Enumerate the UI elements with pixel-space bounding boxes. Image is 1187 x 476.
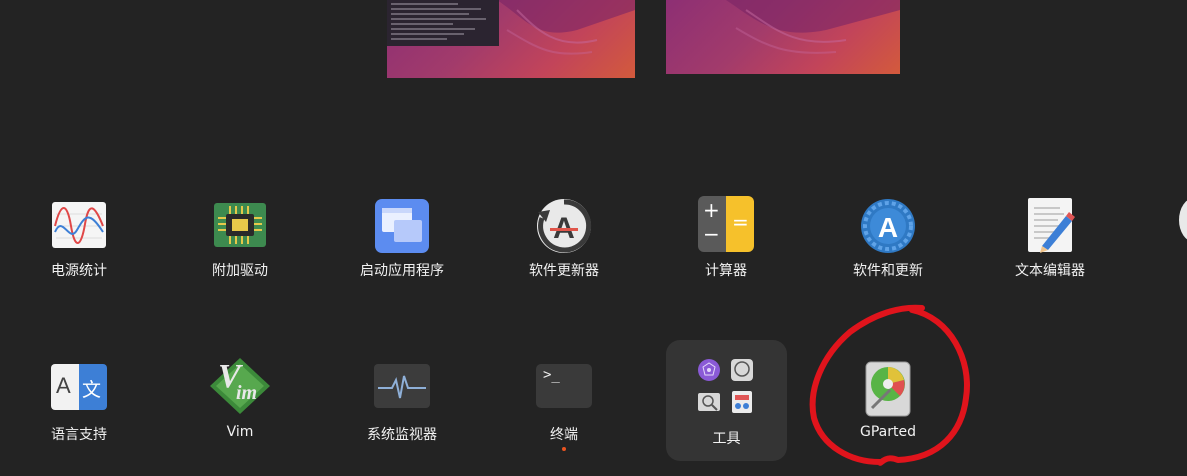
- app-label: 附加驱动: [212, 263, 268, 279]
- app-calculator[interactable]: + − = 计算器: [666, 196, 786, 306]
- app-label: 软件更新器: [529, 263, 599, 279]
- app-terminal[interactable]: >_ 终端: [504, 360, 624, 470]
- app-software-updater[interactable]: A 软件更新器: [504, 196, 624, 306]
- terminal-window-preview: [387, 0, 499, 46]
- app-software-and-updates[interactable]: A 软件和更新: [828, 196, 948, 306]
- vim-icon: V im: [208, 356, 272, 416]
- app-label: 终端: [550, 427, 578, 443]
- chinese-glyph: 文: [82, 379, 102, 401]
- app-label: GParted: [860, 424, 916, 440]
- app-folder-tools[interactable]: 工具: [666, 340, 787, 461]
- text-editor-icon: [1028, 198, 1075, 253]
- chip-icon: [214, 203, 266, 247]
- terminal-prompt-glyph: >_: [543, 367, 560, 383]
- calculator-icon: + − =: [698, 196, 754, 252]
- app-power-statistics[interactable]: 电源统计: [19, 196, 139, 306]
- workspace-thumbnail-1[interactable]: [387, 0, 635, 78]
- wallpaper-pattern: [726, 0, 900, 54]
- startup-applications-icon: [375, 199, 429, 253]
- running-indicator: [562, 447, 566, 451]
- svg-text:A: A: [878, 212, 898, 243]
- equals-icon: =: [732, 210, 749, 234]
- image-viewer-icon: [698, 393, 720, 411]
- app-grid-overview: { "apps": [ {"id":"power-stats","label":…: [0, 0, 1187, 476]
- plus-icon: +: [703, 198, 720, 222]
- software-updater-icon: A: [537, 199, 592, 253]
- power-statistics-icon: [52, 202, 106, 248]
- workspace-thumbnail-2[interactable]: [666, 0, 900, 74]
- app-gparted[interactable]: GParted: [828, 360, 948, 470]
- chat-icon: [731, 359, 753, 381]
- app-label: 系统监视器: [367, 427, 437, 443]
- app-startup-applications[interactable]: 启动应用程序: [342, 196, 462, 306]
- terminal-icon: >_: [536, 364, 592, 408]
- minus-icon: −: [703, 222, 720, 246]
- gparted-icon: [865, 361, 911, 417]
- app-additional-drivers[interactable]: 附加驱动: [180, 196, 300, 306]
- app-label: 启动应用程序: [360, 263, 444, 279]
- language-support-icon: A 文: [51, 364, 107, 410]
- app-label: 语言支持: [51, 427, 107, 443]
- app-label: 电源统计: [51, 263, 107, 279]
- app-vim[interactable]: V im Vim: [180, 358, 300, 470]
- network-icon: [698, 359, 720, 381]
- app-system-monitor[interactable]: 系统监视器: [342, 360, 462, 470]
- vim-im-glyph: im: [236, 382, 258, 404]
- folder-label: 工具: [712, 431, 741, 447]
- system-monitor-icon: [374, 364, 430, 408]
- document-scanner-icon: [732, 391, 752, 413]
- partial-app-icon[interactable]: [1179, 198, 1187, 242]
- software-and-updates-icon: A: [861, 199, 915, 253]
- app-language-support[interactable]: A 文 语言支持: [19, 360, 139, 470]
- app-text-editor[interactable]: 文本编辑器: [990, 196, 1110, 306]
- app-label: 计算器: [705, 263, 747, 279]
- letter-a-glyph: A: [56, 373, 71, 398]
- app-label: 文本编辑器: [1015, 263, 1085, 279]
- app-label: 软件和更新: [853, 263, 923, 279]
- app-label: Vim: [226, 424, 254, 440]
